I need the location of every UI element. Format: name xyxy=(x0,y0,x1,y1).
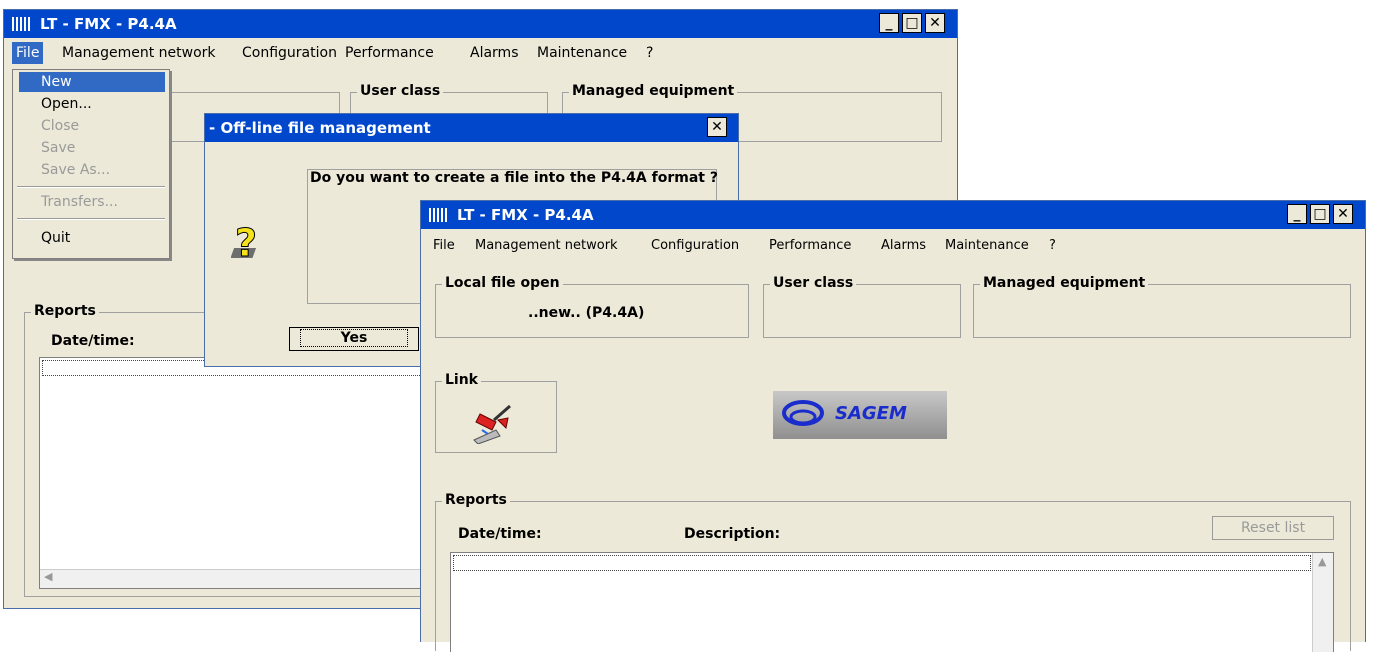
reset-list-button[interactable]: Reset list xyxy=(1212,516,1334,540)
menu-item-transfers[interactable]: Transfers... xyxy=(19,192,165,212)
scroll-left-icon[interactable]: ◀ xyxy=(44,570,52,583)
close-button[interactable]: ✕ xyxy=(1333,204,1353,224)
yes-button[interactable]: Yes xyxy=(289,327,419,351)
scroll-up-icon[interactable]: ▲ xyxy=(1318,555,1326,568)
yes-button-label: Yes xyxy=(299,329,409,347)
menu-separator xyxy=(17,218,165,220)
local-file-group: Local file open ..new.. (P4.4A) xyxy=(435,275,749,338)
menu-alarms[interactable]: Alarms xyxy=(881,235,926,257)
reports-list[interactable]: ◀ xyxy=(39,357,439,589)
reports-list[interactable]: ▲ xyxy=(450,552,1334,652)
managed-equipment-label: Managed equipment xyxy=(569,83,738,99)
front-window-titlebar[interactable]: LT - FMX - P4.4A _ □ ✕ xyxy=(421,201,1365,229)
menu-performance[interactable]: Performance xyxy=(345,42,434,64)
close-button[interactable]: ✕ xyxy=(925,13,945,33)
description-label: Description: xyxy=(684,526,781,542)
local-file-value: ..new.. (P4.4A) xyxy=(528,305,645,321)
vertical-scrollbar[interactable]: ▲ xyxy=(1312,553,1333,652)
question-icon: ? xyxy=(230,218,267,268)
user-class-label: User class xyxy=(770,275,857,291)
user-class-label: User class xyxy=(357,83,444,99)
maximize-button[interactable]: □ xyxy=(1310,204,1330,224)
link-icon[interactable] xyxy=(470,400,514,445)
horizontal-scrollbar[interactable]: ◀ xyxy=(40,569,438,588)
menu-configuration[interactable]: Configuration xyxy=(651,235,739,257)
menu-maintenance[interactable]: Maintenance xyxy=(537,42,627,64)
menu-help[interactable]: ? xyxy=(1049,235,1056,257)
dialog-titlebar[interactable]: - Off-line file management ✕ xyxy=(205,114,738,142)
managed-equipment-label: Managed equipment xyxy=(980,275,1149,291)
app-icon xyxy=(12,17,34,31)
svg-text:?: ? xyxy=(235,221,257,265)
minimize-button[interactable]: _ xyxy=(1287,204,1307,224)
sagem-logo: SAGEM xyxy=(773,391,947,439)
reports-label: Reports xyxy=(442,492,510,508)
menu-item-quit[interactable]: Quit xyxy=(19,228,165,248)
menu-item-new[interactable]: New xyxy=(19,72,165,92)
date-time-label: Date/time: xyxy=(51,333,135,349)
managed-equipment-group: Managed equipment xyxy=(973,275,1351,338)
menu-file[interactable]: File xyxy=(433,235,455,257)
menu-performance[interactable]: Performance xyxy=(769,235,851,257)
front-menubar: File Management network Configuration Pe… xyxy=(421,235,1361,257)
back-menubar: File Management network Configuration Pe… xyxy=(4,42,954,64)
menu-item-save[interactable]: Save xyxy=(19,138,165,158)
back-window-title: LT - FMX - P4.4A xyxy=(40,15,177,33)
file-menu-dropdown: New Open... Close Save Save As... Transf… xyxy=(12,69,170,259)
app-icon xyxy=(429,208,451,222)
dialog-title: - Off-line file management xyxy=(209,119,431,137)
sagem-logo-text: SAGEM xyxy=(835,403,907,424)
reset-list-label: Reset list xyxy=(1240,520,1306,536)
maximize-button[interactable]: □ xyxy=(902,13,922,33)
menu-configuration[interactable]: Configuration xyxy=(242,42,337,64)
menu-alarms[interactable]: Alarms xyxy=(470,42,519,64)
menu-item-save-as[interactable]: Save As... xyxy=(19,160,165,180)
menu-item-open[interactable]: Open... xyxy=(19,94,165,114)
link-label: Link xyxy=(442,372,481,388)
back-window-titlebar[interactable]: LT - FMX - P4.4A _ □ ✕ xyxy=(4,10,957,38)
link-group[interactable]: Link xyxy=(435,372,557,453)
list-focus-row xyxy=(453,555,1311,571)
menu-management-network[interactable]: Management network xyxy=(62,42,216,64)
user-class-group: User class xyxy=(763,275,961,338)
dialog-message: Do you want to create a file into the P4… xyxy=(310,170,718,186)
reports-group: Reports Date/time: Description: Reset li… xyxy=(435,492,1351,652)
front-window-title: LT - FMX - P4.4A xyxy=(457,206,594,224)
menu-separator xyxy=(17,186,165,188)
date-time-label: Date/time: xyxy=(458,526,542,542)
menu-maintenance[interactable]: Maintenance xyxy=(945,235,1029,257)
local-file-label: Local file open xyxy=(442,275,563,291)
reports-label: Reports xyxy=(31,303,99,319)
menu-help[interactable]: ? xyxy=(646,42,653,64)
menu-file[interactable]: File xyxy=(12,42,44,64)
minimize-button[interactable]: _ xyxy=(879,13,899,33)
front-window: LT - FMX - P4.4A _ □ ✕ File Management n… xyxy=(420,200,1366,652)
menu-item-close[interactable]: Close xyxy=(19,116,165,136)
sagem-logo-emblem xyxy=(782,400,824,426)
dialog-close-button[interactable]: ✕ xyxy=(707,117,727,137)
menu-management-network[interactable]: Management network xyxy=(475,235,618,257)
